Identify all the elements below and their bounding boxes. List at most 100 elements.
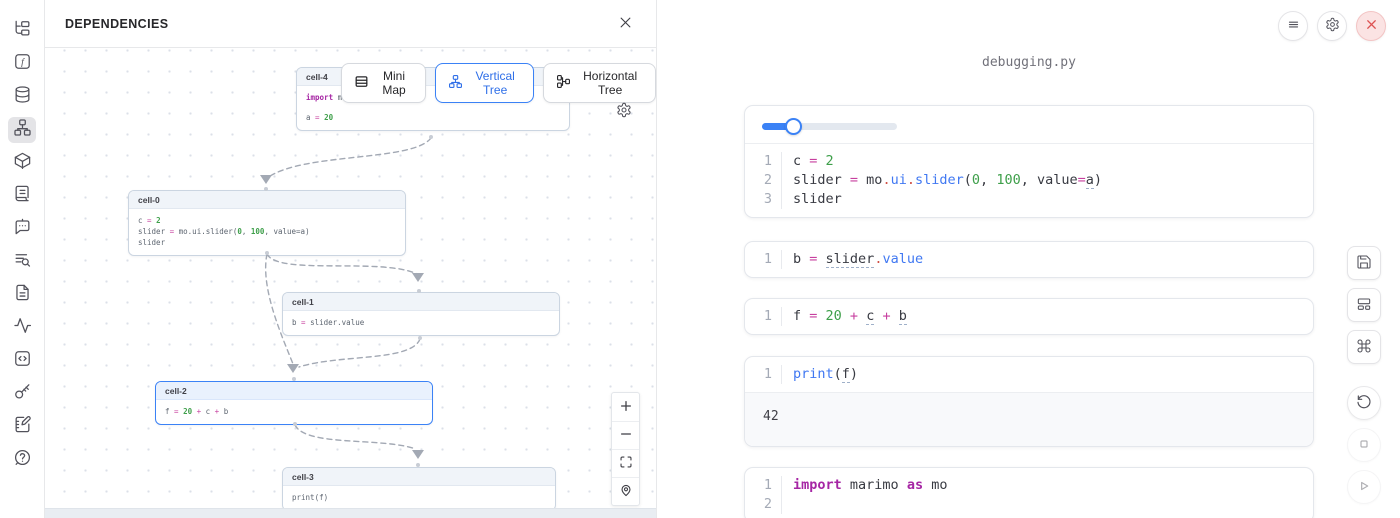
- stop-icon: [1356, 436, 1372, 455]
- run-icon: [1356, 478, 1372, 497]
- edge-cell2-cell3: [295, 425, 416, 449]
- center-view-button[interactable]: [612, 477, 639, 505]
- notebook-cell: 1 print(f) 42: [744, 356, 1314, 447]
- packages-icon: [13, 151, 32, 175]
- close-panel-button[interactable]: [614, 13, 636, 35]
- save-icon: [1356, 254, 1372, 273]
- horizontal-scrollbar[interactable]: [45, 508, 656, 518]
- rows-icon: [354, 74, 369, 92]
- settings-button[interactable]: [1317, 11, 1347, 41]
- sidebar-item-logs[interactable]: [8, 183, 36, 209]
- menu-icon: [1286, 17, 1301, 35]
- line-number: 3: [745, 190, 782, 209]
- zoom-in-button[interactable]: [612, 393, 639, 421]
- notebook-cell: 1 f = 20 + c + b: [744, 298, 1314, 335]
- sidebar-item-snippets[interactable]: [8, 348, 36, 374]
- panel-title: DEPENDENCIES: [65, 17, 168, 31]
- undo-icon: [1356, 394, 1372, 413]
- code-text[interactable]: slider: [782, 190, 1313, 209]
- sidebar-item-scratchpad[interactable]: [8, 414, 36, 440]
- slider-handle[interactable]: [785, 118, 802, 135]
- menu-button[interactable]: [1278, 11, 1308, 41]
- code-text[interactable]: print(f): [782, 365, 1313, 384]
- marimo-app: f DEPENDENCIES cell-4 import marimo as m…: [0, 0, 1400, 518]
- layout-button[interactable]: [1347, 288, 1381, 322]
- notebook-cell: 1 b = slider.value: [744, 241, 1314, 278]
- line-number: 1: [745, 250, 782, 269]
- secrets-icon: [13, 382, 32, 406]
- sidebar-item-datasources[interactable]: [8, 84, 36, 110]
- network-h-icon: [556, 74, 571, 92]
- line-number: 1: [745, 476, 782, 495]
- dependency-graph-canvas[interactable]: cell-4 import marimo as moa = 20 cell-0 …: [45, 48, 656, 508]
- code-editor: 1 import marimo as mo 2: [745, 468, 1313, 518]
- zoom-out-icon: [619, 427, 633, 444]
- graph-node-title: cell-0: [129, 191, 405, 209]
- fit-view-button[interactable]: [612, 449, 639, 477]
- line-number: 1: [745, 152, 782, 171]
- sidebar-item-file-tree[interactable]: [8, 18, 36, 44]
- zoom-in-icon: [619, 399, 633, 416]
- sidebar-item-documentation[interactable]: [8, 282, 36, 308]
- edge-cell4-cell0: [267, 138, 431, 178]
- code-text[interactable]: b = slider.value: [782, 250, 1313, 269]
- save-button[interactable]: [1347, 246, 1381, 280]
- layout-icon: [1356, 296, 1372, 315]
- documentation-icon: [13, 283, 32, 307]
- close-app-button[interactable]: [1356, 11, 1386, 41]
- view-button-vertical-tree[interactable]: Vertical Tree: [435, 63, 534, 103]
- graph-node-cell-2[interactable]: cell-2 f = 20 + c + b: [155, 381, 433, 425]
- run-button[interactable]: [1347, 470, 1381, 504]
- sidebar-item-ai-chat[interactable]: [8, 216, 36, 242]
- code-editor: 1 f = 20 + c + b: [745, 299, 1313, 334]
- code-text[interactable]: slider = mo.ui.slider(0, 100, value=a): [782, 171, 1313, 190]
- code-text[interactable]: import marimo as mo: [782, 476, 1313, 495]
- window-controls: [1278, 11, 1386, 41]
- view-button-mini-map[interactable]: Mini Map: [341, 63, 426, 103]
- scratchpad-icon: [13, 415, 32, 439]
- sidebar-item-variables[interactable]: f: [8, 51, 36, 77]
- gear-icon: [616, 106, 632, 121]
- slider-output: [745, 106, 1313, 143]
- line-number: 1: [745, 365, 782, 384]
- code-text[interactable]: [782, 495, 1313, 514]
- sidebar-item-dependencies[interactable]: [8, 117, 36, 143]
- code-line: 1 print(f): [745, 365, 1313, 384]
- sidebar-item-secrets[interactable]: [8, 381, 36, 407]
- graph-node-cell-0[interactable]: cell-0 c = 2slider = mo.ui.slider(0, 100…: [128, 190, 406, 256]
- graph-node-code-line: f = 20 + c + b: [165, 406, 423, 417]
- zoom-controls: [611, 392, 640, 506]
- code-editor: 1 print(f): [745, 357, 1313, 392]
- notebook-cell: 1 c = 2 2 slider = mo.ui.slider(0, 100, …: [744, 105, 1314, 218]
- keyboard-shortcuts-icon: [1356, 338, 1372, 357]
- graph-node-cell-3[interactable]: cell-3 print(f): [282, 467, 556, 508]
- graph-node-cell-1[interactable]: cell-1 b = slider.value: [282, 292, 560, 336]
- graph-settings-button[interactable]: [615, 102, 633, 120]
- undo-button[interactable]: [1347, 386, 1381, 420]
- code-line: 3 slider: [745, 190, 1313, 209]
- variables-icon: f: [13, 52, 32, 76]
- code-text[interactable]: f = 20 + c + b: [782, 307, 1313, 326]
- code-line: 1 b = slider.value: [745, 250, 1313, 269]
- code-text[interactable]: c = 2: [782, 152, 1313, 171]
- activity-bar: f: [0, 0, 45, 518]
- code-line: 1 import marimo as mo: [745, 476, 1313, 495]
- zoom-out-button[interactable]: [612, 421, 639, 449]
- datasources-icon: [13, 85, 32, 109]
- cell-output: 42: [745, 392, 1313, 446]
- notebook: debugging.py 1 c = 2 2 slider = mo.ui.sl…: [744, 0, 1314, 518]
- code-line: 2: [745, 495, 1313, 514]
- sidebar-item-help[interactable]: [8, 447, 36, 473]
- keyboard-shortcuts-button[interactable]: [1347, 330, 1381, 364]
- code-line: 2 slider = mo.ui.slider(0, 100, value=a): [745, 171, 1313, 190]
- graph-node-code-line: slider = mo.ui.slider(0, 100, value=a): [138, 226, 396, 237]
- view-button-horizontal-tree[interactable]: Horizontal Tree: [543, 63, 656, 103]
- notebook-area: debugging.py 1 c = 2 2 slider = mo.ui.sl…: [657, 0, 1400, 518]
- sidebar-item-tracing[interactable]: [8, 249, 36, 275]
- stop-button[interactable]: [1347, 428, 1381, 462]
- code-editor: 1 c = 2 2 slider = mo.ui.slider(0, 100, …: [745, 143, 1313, 217]
- sidebar-item-packages[interactable]: [8, 150, 36, 176]
- graph-node-title: cell-2: [156, 382, 432, 400]
- slider-track[interactable]: [762, 123, 897, 130]
- sidebar-item-activity[interactable]: [8, 315, 36, 341]
